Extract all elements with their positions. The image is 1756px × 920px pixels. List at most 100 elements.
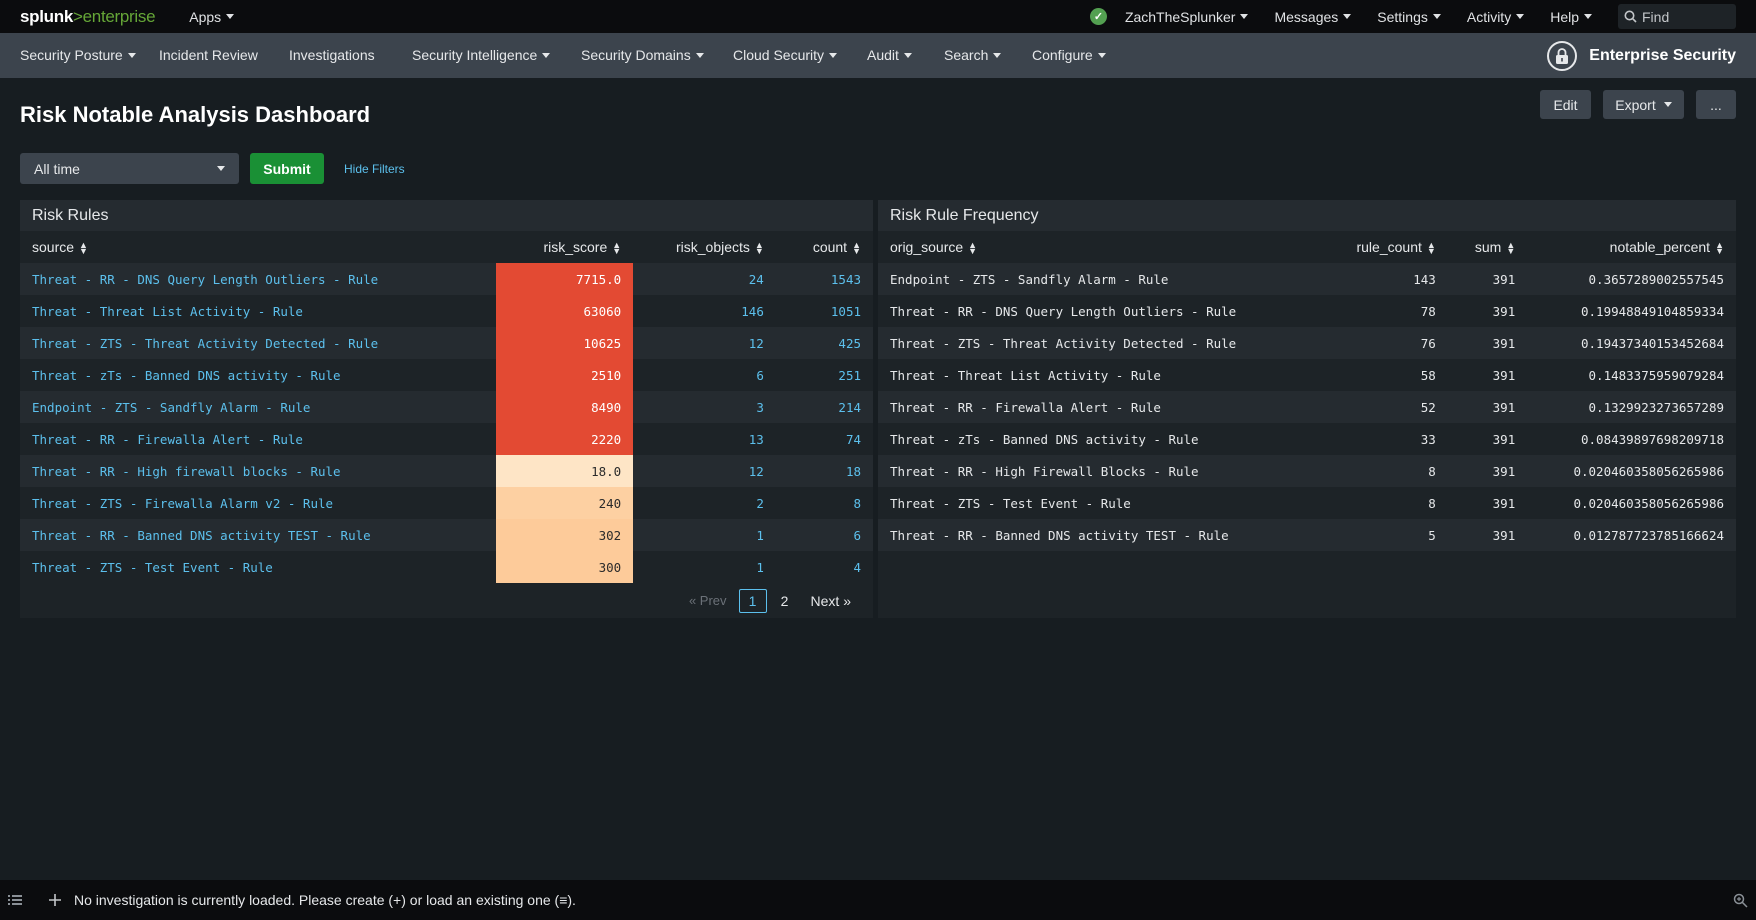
table-row[interactable]: Threat - ZTS - Threat Activity Detected … — [878, 327, 1736, 359]
cell-risk-objects[interactable]: 1 — [633, 551, 776, 583]
table-row[interactable]: Threat - RR - DNS Query Length Outliers … — [20, 263, 873, 295]
column-header-risk-objects[interactable]: risk_objects ▲ ▼ — [633, 231, 776, 263]
nav-security-domains[interactable]: Security Domains — [581, 47, 704, 63]
cell-risk-score[interactable]: 8490 — [495, 391, 634, 423]
table-row[interactable]: Threat - ZTS - Threat Activity Detected … — [20, 327, 873, 359]
page-1-button[interactable]: 1 — [738, 588, 767, 613]
cell-count[interactable]: 1543 — [775, 263, 873, 295]
table-row[interactable]: Threat - Threat List Activity - Rule 6306… — [20, 295, 873, 327]
column-header-count[interactable]: count ▲ ▼ — [776, 231, 873, 263]
hide-filters-link[interactable]: Hide Filters — [344, 162, 405, 176]
add-icon[interactable] — [48, 893, 62, 907]
column-header-risk-score[interactable]: risk_score ▲ ▼ — [496, 231, 634, 263]
cell-risk-objects[interactable]: 146 — [633, 295, 776, 327]
messages-menu[interactable]: Messages — [1274, 9, 1352, 25]
next-page-button[interactable]: Next » — [811, 593, 851, 609]
table-row[interactable]: Threat - zTs - Banned DNS activity - Rul… — [878, 423, 1736, 455]
table-row[interactable]: Threat - RR - Firewalla Alert - Rule 2220… — [20, 423, 873, 455]
export-button[interactable]: Export — [1603, 90, 1684, 119]
cell-risk-score[interactable]: 2220 — [495, 423, 634, 455]
nav-security-intelligence[interactable]: Security Intelligence — [412, 47, 551, 63]
table-row[interactable]: Threat - ZTS - Firewalla Alarm v2 - Rule… — [20, 487, 873, 519]
cell-source[interactable]: Threat - ZTS - Threat Activity Detected … — [20, 327, 496, 359]
table-row[interactable]: Threat - RR - DNS Query Length Outliers … — [878, 295, 1736, 327]
settings-menu[interactable]: Settings — [1377, 9, 1441, 25]
table-row[interactable]: Threat - ZTS - Test Event - Rule 8 391 0.02… — [878, 487, 1736, 519]
cell-source[interactable]: Threat - RR - Banned DNS activity TEST -… — [20, 519, 496, 551]
table-row[interactable]: Threat - ZTS - Test Event - Rule 300 1 4 — [20, 551, 873, 583]
cell-risk-score[interactable]: 7715.0 — [495, 263, 634, 295]
find-input[interactable]: Find — [1618, 4, 1736, 29]
cell-risk-objects[interactable]: 13 — [633, 423, 776, 455]
nav-configure[interactable]: Configure — [1032, 47, 1106, 63]
splunk-logo[interactable]: splunk>enterprise — [20, 7, 156, 27]
time-range-picker[interactable]: All time — [20, 153, 239, 184]
cell-count[interactable]: 8 — [775, 487, 873, 519]
cell-count[interactable]: 1051 — [775, 295, 873, 327]
user-menu[interactable]: ZachTheSplunker — [1125, 9, 1249, 25]
table-row[interactable]: Threat - RR - High Firewall Blocks - Rul… — [878, 455, 1736, 487]
zoom-icon[interactable] — [1733, 893, 1748, 908]
cell-risk-objects[interactable]: 12 — [633, 455, 776, 487]
submit-button[interactable]: Submit — [250, 153, 324, 184]
cell-count[interactable]: 74 — [775, 423, 873, 455]
list-icon[interactable] — [8, 894, 22, 906]
cell-risk-score[interactable]: 18.0 — [495, 455, 634, 487]
help-menu[interactable]: Help — [1550, 9, 1592, 25]
cell-source[interactable]: Threat - Threat List Activity - Rule — [20, 295, 496, 327]
edit-button[interactable]: Edit — [1540, 90, 1591, 119]
cell-count[interactable]: 6 — [775, 519, 873, 551]
cell-risk-objects[interactable]: 6 — [633, 359, 776, 391]
prev-page-button[interactable]: « Prev — [689, 593, 727, 608]
cell-risk-score[interactable]: 10625 — [495, 327, 634, 359]
column-header-source[interactable]: source ▲ ▼ — [20, 231, 496, 263]
apps-menu[interactable]: Apps — [189, 9, 235, 25]
cell-source[interactable]: Threat - ZTS - Firewalla Alarm v2 - Rule — [20, 487, 496, 519]
column-header-orig-source[interactable]: orig_source ▲ ▼ — [878, 231, 1344, 263]
nav-security-posture[interactable]: Security Posture — [20, 47, 136, 63]
nav-audit[interactable]: Audit — [867, 47, 912, 63]
nav-investigations[interactable]: Investigations — [289, 47, 375, 63]
pagination: « Prev 1 2 Next » — [20, 583, 873, 618]
cell-risk-score[interactable]: 2510 — [495, 359, 634, 391]
cell-count[interactable]: 425 — [775, 327, 873, 359]
nav-cloud-security[interactable]: Cloud Security — [733, 47, 838, 63]
cell-count[interactable]: 251 — [775, 359, 873, 391]
activity-menu[interactable]: Activity — [1467, 9, 1525, 25]
cell-risk-objects[interactable]: 3 — [633, 391, 776, 423]
cell-count[interactable]: 18 — [775, 455, 873, 487]
cell-risk-objects[interactable]: 24 — [633, 263, 776, 295]
cell-source[interactable]: Threat - RR - Firewalla Alert - Rule — [20, 423, 496, 455]
table-row[interactable]: Threat - RR - Firewalla Alert - Rule 52 39… — [878, 391, 1736, 423]
column-header-sum[interactable]: sum ▲ ▼ — [1448, 231, 1527, 263]
nav-incident-review[interactable]: Incident Review — [159, 47, 258, 63]
cell-risk-score[interactable]: 63060 — [495, 295, 634, 327]
cell-risk-score[interactable]: 240 — [495, 487, 634, 519]
table-row[interactable]: Threat - RR - Banned DNS activity TEST -… — [20, 519, 873, 551]
table-row[interactable]: Threat - zTs - Banned DNS activity - Rul… — [20, 359, 873, 391]
cell-source[interactable]: Endpoint - ZTS - Sandfly Alarm - Rule — [20, 391, 496, 423]
app-title[interactable]: Enterprise Security — [1547, 41, 1736, 71]
cell-count[interactable]: 4 — [775, 551, 873, 583]
cell-risk-score[interactable]: 300 — [495, 551, 634, 583]
table-row[interactable]: Threat - Threat List Activity - Rule 58 39… — [878, 359, 1736, 391]
page-2-button[interactable]: 2 — [771, 589, 799, 613]
nav-search[interactable]: Search — [944, 47, 1002, 63]
table-row[interactable]: Threat - RR - Banned DNS activity TEST -… — [878, 519, 1736, 551]
table-row[interactable]: Endpoint - ZTS - Sandfly Alarm - Rule 143… — [878, 263, 1736, 295]
cell-source[interactable]: Threat - ZTS - Test Event - Rule — [20, 551, 496, 583]
health-ok-icon[interactable]: ✓ — [1089, 8, 1107, 25]
cell-risk-objects[interactable]: 2 — [633, 487, 776, 519]
cell-source[interactable]: Threat - zTs - Banned DNS activity - Rul… — [20, 359, 496, 391]
column-header-notable-percent[interactable]: notable_percent ▲ ▼ — [1527, 231, 1736, 263]
more-actions-button[interactable]: ... — [1696, 90, 1736, 119]
cell-risk-objects[interactable]: 1 — [633, 519, 776, 551]
cell-source[interactable]: Threat - RR - DNS Query Length Outliers … — [20, 263, 496, 295]
table-row[interactable]: Endpoint - ZTS - Sandfly Alarm - Rule 849… — [20, 391, 873, 423]
cell-risk-objects[interactable]: 12 — [633, 327, 776, 359]
cell-risk-score[interactable]: 302 — [495, 519, 634, 551]
table-row[interactable]: Threat - RR - High firewall blocks - Rul… — [20, 455, 873, 487]
column-header-rule-count[interactable]: rule_count ▲ ▼ — [1344, 231, 1447, 263]
cell-count[interactable]: 214 — [775, 391, 873, 423]
cell-source[interactable]: Threat - RR - High firewall blocks - Rul… — [20, 455, 496, 487]
